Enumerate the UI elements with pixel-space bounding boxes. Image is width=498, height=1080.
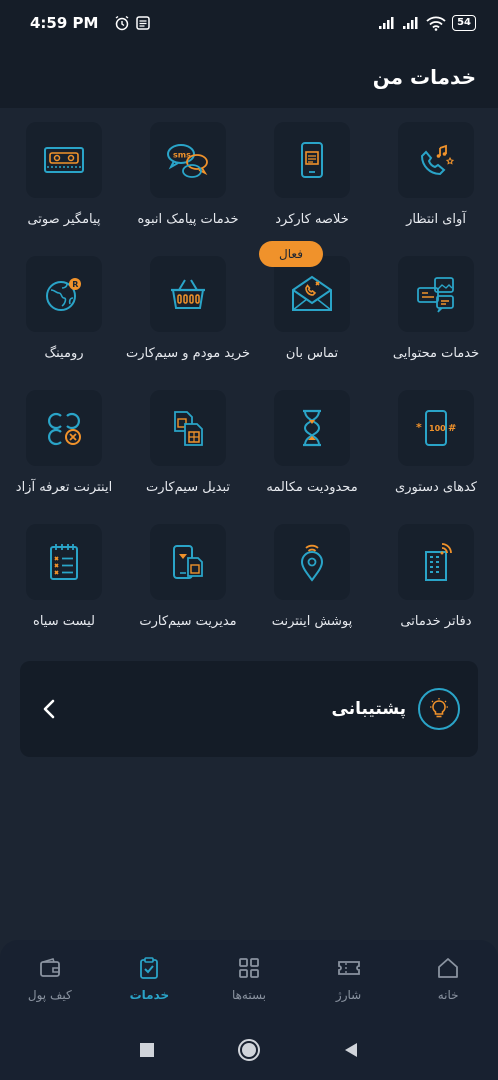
nav-label: کیف پول [27, 988, 72, 1002]
tile-label: خدمات محتوایی [392, 346, 480, 361]
tile-label: آوای انتظار [406, 212, 466, 227]
ussd-phone-icon: * 100 # [416, 410, 456, 446]
content-icon [417, 277, 454, 313]
chevron-left-icon [43, 699, 55, 719]
service-tile-internet-coverage[interactable]: پوشش اینترنت [250, 510, 374, 640]
alarm-icon [116, 15, 129, 31]
support-label: پشتیبانی [331, 699, 406, 719]
basket-icon [171, 279, 205, 309]
svg-text:#: # [448, 423, 456, 434]
signal-icon [379, 17, 394, 29]
clipboard-check-icon [140, 957, 159, 979]
tile-label: دفاتر خدماتی [400, 614, 472, 629]
wallet-icon [39, 958, 60, 977]
nav-item-packages[interactable]: بسته‌ها [199, 956, 299, 1028]
signal-icon [403, 17, 418, 29]
service-tile-sim-manage[interactable]: مدیریت سیم‌کارت [126, 510, 250, 640]
home-icon [438, 958, 459, 978]
phone-summary-icon [301, 142, 323, 178]
service-tile-ussd-codes[interactable]: * 100 # کدهای دستوری [374, 376, 498, 506]
nav-label: خدمات [129, 988, 170, 1002]
status-time: 4:59 PM [30, 14, 99, 32]
sim-convert-icon [174, 411, 203, 446]
blacklist-icon [50, 544, 78, 580]
coverage-pin-icon [300, 544, 324, 582]
call-envelope-icon [292, 275, 332, 311]
tile-label: پیامگیر صوتی [27, 212, 101, 227]
free-internet-icon [48, 412, 81, 446]
sim-manage-icon [173, 545, 203, 579]
tile-label: پوشش اینترنت [271, 614, 353, 629]
tile-label: خلاصه کارکرد [275, 212, 349, 227]
music-phone-icon [420, 144, 455, 176]
service-tile-bulk-sms[interactable]: sms خدمات پیامک انبوه [126, 108, 250, 238]
nav-item-charge[interactable]: شارژ [299, 956, 399, 1028]
system-nav-bar [0, 1030, 498, 1070]
tile-label: کدهای دستوری [395, 480, 477, 495]
nav-item-services[interactable]: خدمات [100, 956, 200, 1028]
tile-label: تبدیل سیم‌کارت [145, 480, 231, 495]
office-building-icon [425, 543, 452, 581]
status-bar: 4:59 PM 54 [0, 0, 498, 46]
hourglass-icon [303, 409, 321, 447]
tile-label: تماس بان [285, 346, 339, 361]
nav-label: خانه [437, 988, 459, 1002]
wifi-icon [426, 16, 446, 31]
notification-icon [136, 16, 151, 30]
tile-label: خرید مودم و سیم‌کارت [126, 346, 250, 361]
grid-icon [239, 958, 259, 978]
support-card[interactable]: پشتیبانی [20, 661, 478, 757]
svg-text:R: R [72, 280, 78, 289]
ticket-icon [337, 961, 360, 975]
svg-text:100: 100 [429, 424, 446, 433]
tile-label: محدودیت مکالمه [266, 480, 358, 495]
app-header: خدمات من [0, 46, 498, 108]
tile-label: اینترنت تعرفه آزاد [15, 480, 113, 495]
svg-text:*: * [416, 421, 422, 434]
recents-button-icon[interactable] [139, 1042, 155, 1058]
tile-label: مدیریت سیم‌کارت [139, 614, 237, 629]
tile-label: خدمات پیامک انبوه [137, 212, 239, 227]
back-button-icon[interactable] [343, 1042, 359, 1058]
service-tile-call-limit[interactable]: محدودیت مکالمه [250, 376, 374, 506]
cassette-icon [44, 147, 84, 173]
globe-roaming-icon: R [46, 278, 81, 311]
sms-bubbles-icon: sms [167, 144, 208, 178]
bottom-nav: کیف پول خدمات بسته‌ها شارژ خانه [0, 940, 498, 1080]
nav-item-home[interactable]: خانه [398, 956, 498, 1028]
battery-indicator: 54 [452, 15, 476, 31]
service-tile-offices[interactable]: دفاتر خدماتی [374, 510, 498, 640]
service-tile-voicemail[interactable]: پیامگیر صوتی [2, 108, 126, 238]
service-tile-roaming[interactable]: R رومینگ [2, 242, 126, 372]
service-tile-content[interactable]: خدمات محتوایی [374, 242, 498, 372]
tile-label: لیست سیاه [33, 614, 95, 629]
service-tile-usage-summary[interactable]: خلاصه کارکرد [250, 108, 374, 238]
home-button-icon[interactable] [237, 1038, 261, 1062]
service-tile-sim-convert[interactable]: تبدیل سیم‌کارت [126, 376, 250, 506]
nav-label: بسته‌ها [231, 988, 267, 1002]
nav-item-wallet[interactable]: کیف پول [0, 956, 100, 1028]
service-tile-blacklist[interactable]: لیست سیاه [2, 510, 126, 640]
tile-label: رومینگ [44, 346, 84, 361]
active-badge: فعال [259, 241, 323, 267]
service-tile-buy-modem-sim[interactable]: خرید مودم و سیم‌کارت [126, 242, 250, 372]
nav-label: شارژ [335, 988, 362, 1002]
service-tile-free-internet[interactable]: اینترنت تعرفه آزاد [2, 376, 126, 506]
lightbulb-icon [418, 688, 460, 730]
service-tile-waiting-tone[interactable]: آوای انتظار [374, 108, 498, 238]
page-title: خدمات من [372, 65, 476, 89]
